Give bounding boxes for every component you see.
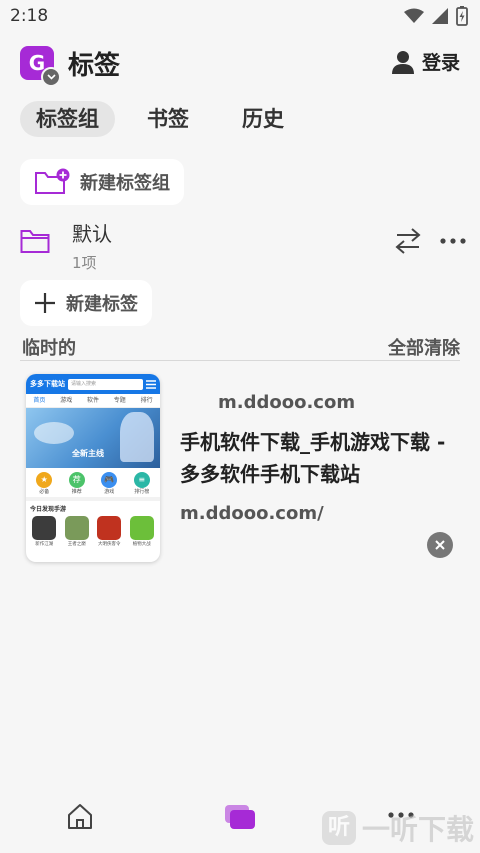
battery-charging-icon [456, 6, 468, 26]
thumb-app: 新作江湖 [32, 516, 57, 547]
wifi-icon [404, 8, 424, 23]
thumb-section: 今日发现手游 [26, 497, 160, 516]
tab-domain: m.ddooo.com [218, 392, 356, 413]
thumb-header: 多多下载站 请输入搜索 [26, 374, 160, 394]
plus-icon [35, 293, 55, 313]
thumb-app: 王者之巅 [64, 516, 89, 547]
tab-bookmarks[interactable]: 书签 [131, 101, 205, 137]
thumb-circle-label: 游戏 [104, 489, 115, 495]
new-tab-group-button[interactable]: 新建标签组 [20, 159, 184, 205]
thumb-app-label: 大明侠客令 [98, 542, 121, 547]
section-divider [20, 360, 460, 361]
thumb-site-name: 多多下载站 [30, 380, 65, 388]
close-icon [435, 540, 445, 550]
thumb-circle: ≡ 排行榜 [133, 472, 150, 495]
watermark-logo: 听 [321, 811, 356, 845]
clear-all-button[interactable]: 全部清除 [388, 334, 460, 360]
thumb-nav-item: 排行 [140, 397, 153, 404]
star-icon: ★ [36, 472, 53, 488]
folder-icon [20, 230, 50, 253]
thumb-app: 大明侠客令 [97, 516, 122, 547]
thumb-apps: 新作江湖 王者之巅 大明侠客令 植物大战 [26, 516, 160, 547]
folder-add-icon [35, 168, 70, 194]
more-options-icon[interactable] [440, 238, 466, 244]
user-icon [391, 50, 414, 74]
watermark: 听 一听下载 [321, 808, 474, 848]
chevron-down-icon [41, 67, 61, 87]
app-icon [32, 516, 57, 540]
thumb-banner: 全新主线 [26, 408, 160, 468]
group-count: 1项 [72, 254, 97, 272]
home-icon[interactable] [66, 802, 94, 830]
section-title: 临时的 [22, 338, 76, 359]
app-icon [97, 516, 122, 540]
signal-icon [432, 8, 448, 24]
thumb-circle: ★ 必备 [36, 472, 53, 495]
page-title: 标签 [68, 51, 121, 81]
thumb-app-label: 王者之巅 [67, 542, 86, 547]
tab-history[interactable]: 历史 [226, 101, 300, 137]
thumb-circle-label: 推荐 [71, 489, 82, 495]
tab-thumbnail[interactable]: 多多下载站 请输入搜索 首页 游戏 软件 专题 排行 全新主线 ★ 必备 荐 推… [26, 374, 160, 562]
app-icon [129, 516, 154, 540]
thumb-circle: 🎮 游戏 [101, 472, 118, 495]
ranking-icon: ≡ [133, 472, 150, 488]
thumb-app-label: 新作江湖 [35, 542, 54, 547]
swap-icon[interactable] [394, 226, 422, 256]
tab-url: m.ddooo.com/ [180, 503, 324, 524]
gamepad-icon: 🎮 [101, 472, 118, 488]
thumb-menu-icon [146, 379, 156, 389]
thumb-app-label: 植物大战 [132, 542, 151, 547]
watermark-text: 一听下载 [361, 813, 474, 846]
tab-title[interactable]: 手机软件下载_手机游戏下载 - 多多软件手机下载站 [180, 426, 470, 490]
thumb-circle: 荐 推荐 [68, 472, 85, 495]
thumb-circle-label: 排行榜 [134, 489, 150, 495]
login-button[interactable]: 登录 [391, 48, 460, 75]
new-tab-group-label: 新建标签组 [80, 173, 170, 194]
new-tab-label: 新建标签 [66, 294, 138, 315]
thumb-nav-item: 软件 [86, 397, 99, 404]
thumb-app: 植物大战 [129, 516, 154, 547]
tabs-icon[interactable] [224, 804, 256, 830]
group-name[interactable]: 默认 [72, 218, 112, 247]
thumb-nav-item: 专题 [113, 397, 126, 404]
close-tab-button[interactable] [427, 532, 453, 558]
status-icons [404, 6, 468, 26]
thumb-circles: ★ 必备 荐 推荐 🎮 游戏 ≡ 排行榜 [26, 468, 160, 497]
thumb-circle-label: 必备 [39, 489, 50, 495]
thumb-nav-item: 首页 [33, 397, 46, 404]
thumb-nav: 首页 游戏 软件 专题 排行 [26, 394, 160, 408]
thumb-search: 请输入搜索 [68, 378, 143, 390]
new-tab-button[interactable]: 新建标签 [20, 280, 152, 326]
app-avatar[interactable]: G [20, 46, 61, 87]
status-time: 2:18 [10, 6, 49, 26]
thumb-banner-text: 全新主线 [72, 449, 104, 458]
tab-tab-groups[interactable]: 标签组 [20, 101, 115, 137]
login-label: 登录 [421, 52, 460, 74]
recommend-icon: 荐 [68, 472, 85, 488]
app-icon [64, 516, 89, 540]
thumb-nav-item: 游戏 [60, 397, 73, 404]
group-actions [394, 226, 466, 256]
